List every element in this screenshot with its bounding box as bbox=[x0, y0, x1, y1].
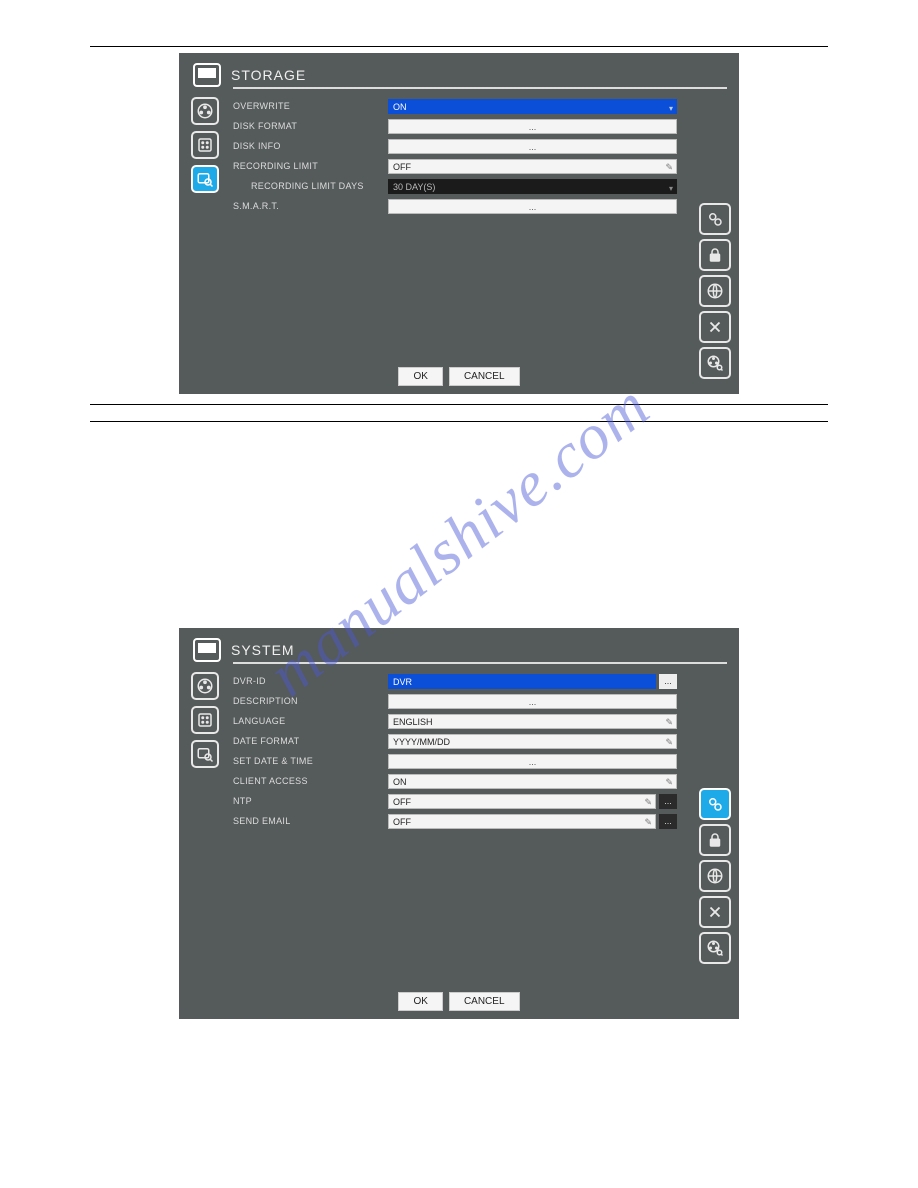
system-panel: SYSTEM DVR-ID DVR ... bbox=[179, 628, 739, 1019]
cancel-button[interactable]: CANCEL bbox=[449, 367, 520, 386]
reclimitdays-select[interactable]: 30 DAY(S)▾ bbox=[388, 179, 677, 194]
diskformat-button[interactable]: ... bbox=[388, 119, 677, 134]
diskinfo-button[interactable]: ... bbox=[388, 139, 677, 154]
keypad-icon[interactable] bbox=[191, 131, 219, 159]
divider bbox=[233, 662, 727, 664]
ok-button[interactable]: OK bbox=[398, 992, 442, 1011]
left-nav bbox=[191, 97, 233, 357]
datefmt-label: DATE FORMAT bbox=[233, 736, 388, 746]
divider bbox=[233, 87, 727, 89]
dvrid-more-button[interactable]: ... bbox=[659, 674, 677, 689]
lang-select[interactable]: ENGLISH✎ bbox=[388, 714, 677, 729]
desc-label: DESCRIPTION bbox=[233, 696, 388, 706]
client-select[interactable]: ON✎ bbox=[388, 774, 677, 789]
reel-search-icon[interactable] bbox=[699, 932, 731, 964]
smart-button[interactable]: ... bbox=[388, 199, 677, 214]
reel-icon[interactable] bbox=[191, 672, 219, 700]
setdate-button[interactable]: ... bbox=[388, 754, 677, 769]
reclimit-label: RECORDING LIMIT bbox=[233, 161, 388, 171]
tools-icon[interactable] bbox=[699, 896, 731, 928]
diskformat-label: DISK FORMAT bbox=[233, 121, 388, 131]
reel-icon[interactable] bbox=[191, 97, 219, 125]
edit-icon: ✎ bbox=[665, 160, 673, 175]
divider bbox=[90, 404, 828, 405]
edit-icon: ✎ bbox=[665, 715, 673, 730]
lock-icon[interactable] bbox=[699, 239, 731, 271]
email-select[interactable]: OFF✎ bbox=[388, 814, 656, 829]
edit-icon: ✎ bbox=[665, 775, 673, 790]
panel-title: STORAGE bbox=[231, 63, 727, 87]
edit-icon: ✎ bbox=[644, 795, 652, 810]
reel-search-icon[interactable] bbox=[699, 347, 731, 379]
overwrite-label: OVERWRITE bbox=[233, 101, 388, 111]
edit-icon: ✎ bbox=[644, 815, 652, 830]
ntp-select[interactable]: OFF✎ bbox=[388, 794, 656, 809]
edit-icon: ✎ bbox=[665, 735, 673, 750]
gears-icon[interactable] bbox=[699, 203, 731, 235]
right-nav bbox=[699, 203, 731, 379]
chevron-down-icon: ▾ bbox=[669, 101, 673, 116]
disk-search-icon[interactable] bbox=[191, 740, 219, 768]
storage-panel: STORAGE OVERWRITE ON▾ bbox=[179, 53, 739, 394]
monitor-icon bbox=[193, 63, 221, 87]
chevron-down-icon: ▾ bbox=[669, 181, 673, 196]
ok-button[interactable]: OK bbox=[398, 367, 442, 386]
cancel-button[interactable]: CANCEL bbox=[449, 992, 520, 1011]
diskinfo-label: DISK INFO bbox=[233, 141, 388, 151]
keypad-icon[interactable] bbox=[191, 706, 219, 734]
ntp-more-button[interactable]: ... bbox=[659, 794, 677, 809]
divider bbox=[90, 46, 828, 47]
divider bbox=[90, 421, 828, 422]
monitor-icon bbox=[193, 638, 221, 662]
dvrid-input[interactable]: DVR bbox=[388, 674, 656, 689]
client-label: CLIENT ACCESS bbox=[233, 776, 388, 786]
left-nav bbox=[191, 672, 233, 982]
overwrite-select[interactable]: ON▾ bbox=[388, 99, 677, 114]
panel-title: SYSTEM bbox=[231, 638, 727, 662]
right-nav bbox=[699, 788, 731, 964]
smart-label: S.M.A.R.T. bbox=[233, 201, 388, 211]
lang-label: LANGUAGE bbox=[233, 716, 388, 726]
lock-icon[interactable] bbox=[699, 824, 731, 856]
globe-icon[interactable] bbox=[699, 275, 731, 307]
ntp-label: NTP bbox=[233, 796, 388, 806]
setdate-label: SET DATE & TIME bbox=[233, 756, 388, 766]
globe-icon[interactable] bbox=[699, 860, 731, 892]
gears-icon[interactable] bbox=[699, 788, 731, 820]
reclimitdays-label: RECORDING LIMIT DAYS bbox=[233, 181, 388, 191]
disk-search-icon[interactable] bbox=[191, 165, 219, 193]
dvrid-label: DVR-ID bbox=[233, 676, 388, 686]
tools-icon[interactable] bbox=[699, 311, 731, 343]
email-label: SEND EMAIL bbox=[233, 816, 388, 826]
desc-button[interactable]: ... bbox=[388, 694, 677, 709]
email-more-button[interactable]: ... bbox=[659, 814, 677, 829]
reclimit-select[interactable]: OFF✎ bbox=[388, 159, 677, 174]
datefmt-select[interactable]: YYYY/MM/DD✎ bbox=[388, 734, 677, 749]
